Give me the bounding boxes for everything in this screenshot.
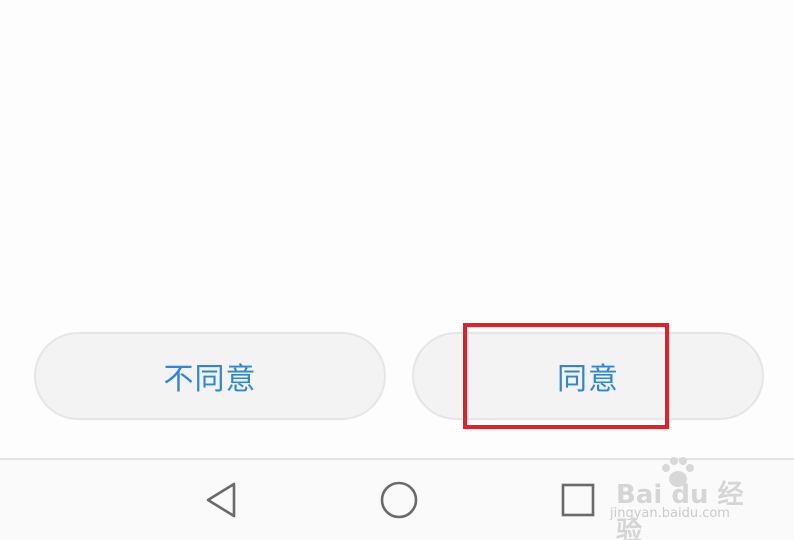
disagree-button[interactable]: 不同意 (34, 332, 386, 420)
home-button[interactable] (377, 478, 421, 522)
recent-apps-button[interactable] (556, 478, 600, 522)
circle-home-icon (380, 481, 418, 519)
app-screen: 不同意 同意 Bai du 经验 jingyan.baidu.com (0, 0, 794, 540)
triangle-back-icon (206, 482, 236, 518)
back-button[interactable] (200, 478, 244, 522)
square-recent-icon (561, 483, 595, 517)
agree-button[interactable]: 同意 (412, 332, 764, 420)
agree-button-label: 同意 (557, 362, 619, 397)
disagree-button-label: 不同意 (163, 362, 257, 397)
system-navigation-bar (0, 458, 794, 540)
